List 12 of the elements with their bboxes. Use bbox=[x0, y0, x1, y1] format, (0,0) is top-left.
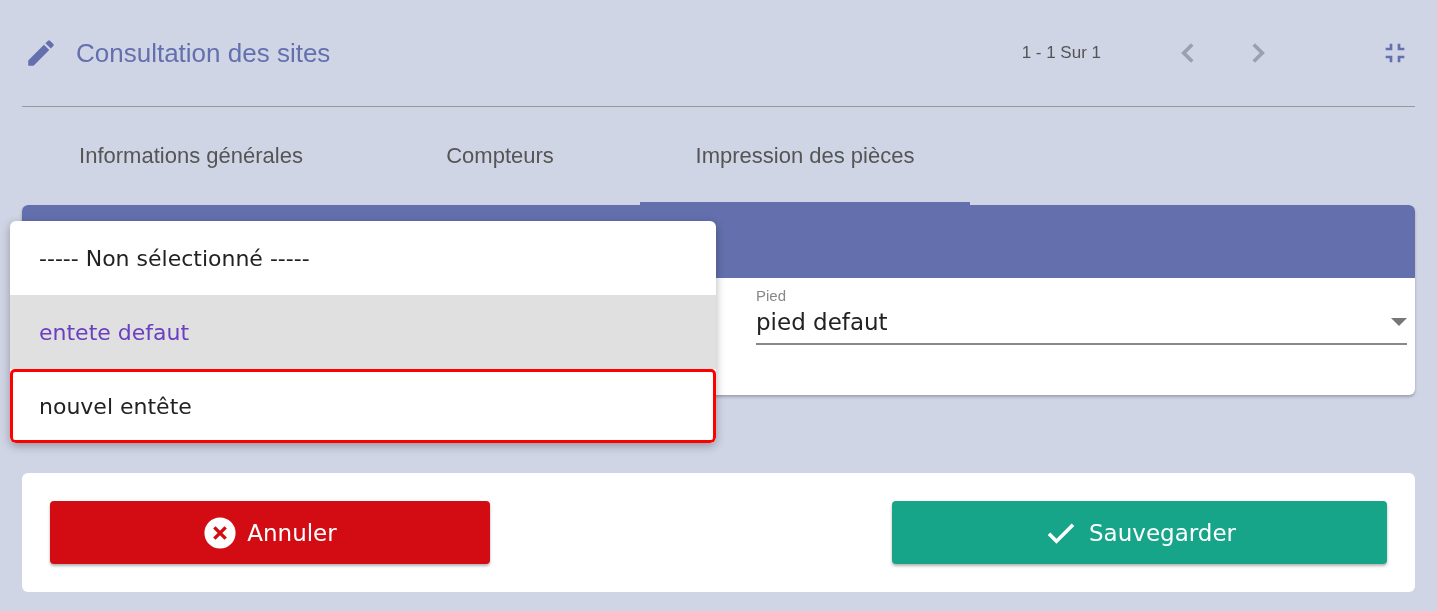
pager-text: 1 - 1 Sur 1 bbox=[1021, 43, 1101, 63]
dropdown-arrow-icon bbox=[1391, 318, 1407, 326]
dropdown-option[interactable]: entete defaut bbox=[10, 295, 716, 369]
dropdown-option[interactable]: nouvel entête bbox=[10, 369, 716, 443]
tab[interactable]: Compteurs bbox=[360, 109, 640, 205]
page-title: Consultation des sites bbox=[76, 37, 331, 69]
save-button[interactable]: Sauvegarder bbox=[892, 501, 1387, 564]
dropdown-option[interactable]: ----- Non sélectionné ----- bbox=[10, 221, 716, 295]
tab[interactable]: Informations générales bbox=[22, 109, 360, 205]
cancel-button[interactable]: Annuler bbox=[50, 501, 490, 564]
select-field[interactable]: Pied pied defaut bbox=[756, 278, 1407, 345]
close-icon bbox=[203, 515, 238, 550]
